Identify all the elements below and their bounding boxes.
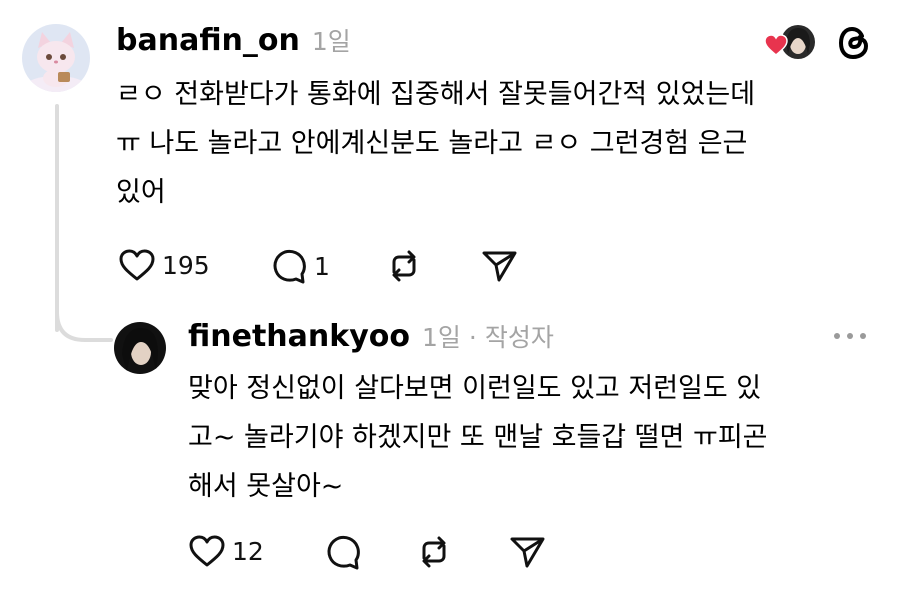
comment-text: ㄹㅇ 전화받다가 통화에 집중해서 잘못들어간적 있었는데 ㅠ 나도 놀라고 안… [116,79,756,208]
more-icon[interactable] [832,330,868,342]
like-button[interactable]: 195 [118,248,210,282]
heart-icon [189,535,225,567]
username[interactable]: banafin_on [116,23,300,58]
like-count: 195 [162,250,210,280]
reply-count: 1 [314,251,330,281]
avatar-banafin[interactable] [22,24,90,92]
author-badge: 작성자 [484,323,554,352]
liked-by-heart-icon [764,34,788,56]
reply-text: 맞아 정신없이 살다보면 이런일도 있고 저런일도 있 고~ 놀라기야 하겠지만… [188,373,768,502]
reply-button[interactable]: 1 [270,248,330,284]
reply-like-count: 12 [232,536,264,566]
comment-icon[interactable] [324,534,362,570]
share-icon[interactable] [508,534,548,570]
repost-icon[interactable] [384,248,424,284]
timestamp: 1일 [311,27,351,56]
repost-icon[interactable] [414,534,454,570]
reply-timestamp: 1일 [421,323,461,352]
liked-by-indicator[interactable] [764,24,820,64]
heart-icon [119,249,155,281]
share-icon[interactable] [480,248,520,284]
threads-logo-icon[interactable] [836,24,874,62]
comment-icon [273,249,306,284]
separator-dot: · [468,323,477,352]
comment-header: banafin_on 1일 [116,22,351,58]
reply-header: finethankyoo 1일 · 작성자 [188,318,554,354]
reply-username[interactable]: finethankyoo [188,319,410,354]
thread-line [55,104,59,332]
reply-like-button[interactable]: 12 [188,534,264,568]
avatar-finethankyoo[interactable] [114,322,166,374]
thread-curve [55,300,113,342]
